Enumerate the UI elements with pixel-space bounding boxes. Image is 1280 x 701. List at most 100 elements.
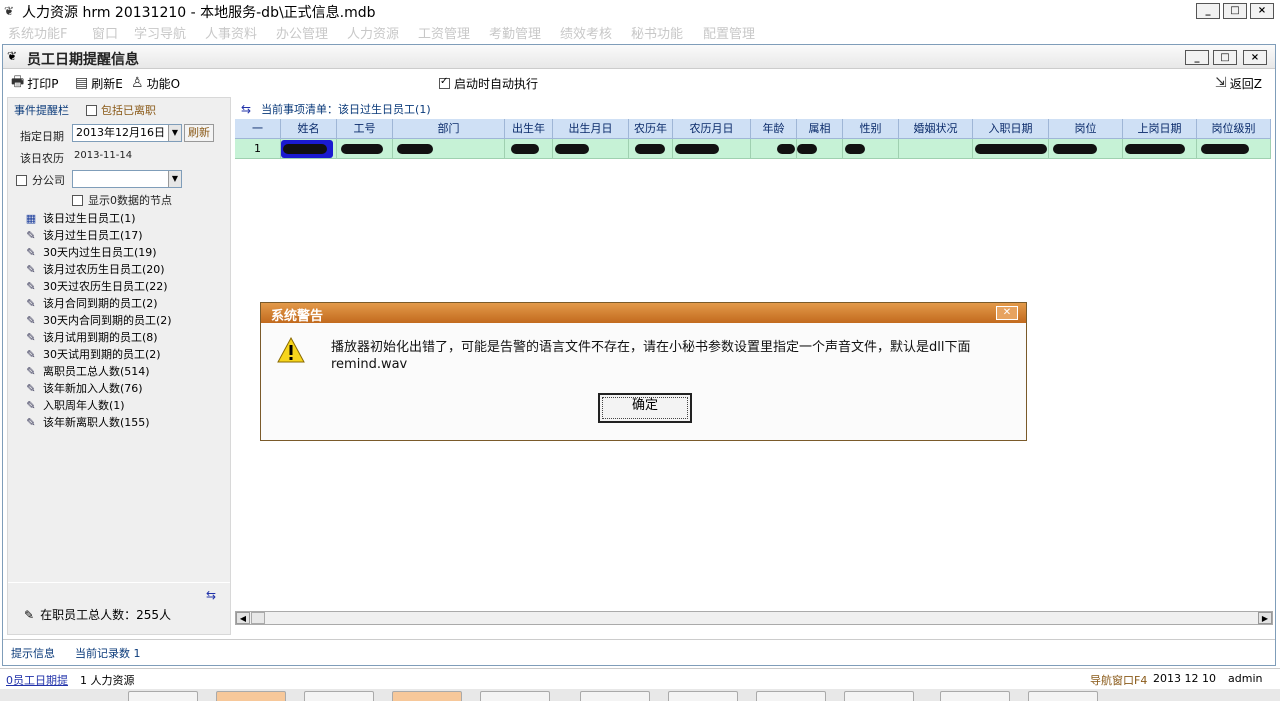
- tree-item[interactable]: ✎ 离职员工总人数(514): [24, 363, 149, 379]
- chevron-down-icon[interactable]: ▼: [168, 171, 181, 187]
- swap-icon[interactable]: ⇆: [206, 588, 216, 602]
- app-maximize-button[interactable]: □: [1223, 3, 1247, 19]
- column-header[interactable]: 农历年: [629, 119, 673, 139]
- pencil-icon: ✎: [26, 263, 36, 276]
- taskbar-button[interactable]: [844, 691, 914, 701]
- taskbar-button[interactable]: [668, 691, 738, 701]
- lunar-value: 2013-11-14: [74, 150, 133, 161]
- tree-item[interactable]: ✎ 30天过农历生日员工(22): [24, 278, 167, 294]
- pencil-icon: ✎: [26, 280, 36, 293]
- show-zero-checkbox[interactable]: 显示0数据的节点: [72, 192, 172, 208]
- column-header[interactable]: 一: [235, 119, 281, 139]
- window-maximize-button[interactable]: □: [1213, 50, 1237, 65]
- date-picker[interactable]: 2013年12月16日 ▼: [72, 124, 182, 142]
- auto-exec-checkbox[interactable]: 启动时自动执行: [439, 75, 538, 92]
- branch-select[interactable]: ▼: [72, 170, 182, 188]
- tree-item[interactable]: ✎ 该月合同到期的员工(2): [24, 295, 157, 311]
- dialog-close-button[interactable]: ✕: [996, 306, 1018, 320]
- column-header[interactable]: 姓名: [281, 119, 337, 139]
- menu-item-config[interactable]: 配置管理: [703, 23, 755, 42]
- show-zero-label: 显示0数据的节点: [88, 194, 172, 207]
- tree-item[interactable]: ✎ 该月过农历生日员工(20): [24, 261, 164, 277]
- taskbar-button[interactable]: [128, 691, 198, 701]
- taskbar-button[interactable]: [216, 691, 286, 701]
- horizontal-scrollbar[interactable]: ◀ ▶: [235, 611, 1273, 625]
- scroll-right-icon[interactable]: ▶: [1258, 612, 1272, 624]
- table-cell: [1123, 139, 1197, 159]
- ok-button[interactable]: 确定: [598, 393, 692, 423]
- column-header[interactable]: 上岗日期: [1123, 119, 1197, 139]
- column-header[interactable]: 部门: [393, 119, 505, 139]
- column-header[interactable]: 农历月日: [673, 119, 751, 139]
- menu-item-hr[interactable]: 人力资源: [347, 23, 399, 42]
- menu-item-attendance[interactable]: 考勤管理: [489, 23, 541, 42]
- pencil-icon: ✎: [26, 382, 36, 395]
- tree-item[interactable]: ✎ 30天内过生日员工(19): [24, 244, 156, 260]
- column-header[interactable]: 属相: [797, 119, 843, 139]
- taskbar-button[interactable]: [304, 691, 374, 701]
- grid-header: 一 姓名 工号 部门 出生年 出生月日 农历年 农历月日 年龄 属相 性别 婚姻…: [235, 119, 1271, 139]
- menu-item-learn[interactable]: 学习导航: [134, 23, 186, 42]
- table-cell: [973, 139, 1049, 159]
- taskbar-button[interactable]: [580, 691, 650, 701]
- refresh-button[interactable]: ▤ 刷新E: [75, 74, 123, 92]
- window-minimize-button[interactable]: _: [1185, 50, 1209, 65]
- menu-item-office[interactable]: 办公管理: [276, 23, 328, 42]
- column-header[interactable]: 岗位: [1049, 119, 1123, 139]
- tree-item[interactable]: ✎ 该月过生日员工(17): [24, 227, 142, 243]
- column-header[interactable]: 年龄: [751, 119, 797, 139]
- status-window-tab-1[interactable]: 0员工日期提: [6, 672, 68, 688]
- menu-item-secretary[interactable]: 秘书功能: [631, 23, 683, 42]
- refresh-label: 刷新E: [91, 76, 123, 91]
- auto-exec-check[interactable]: [439, 76, 450, 89]
- column-header[interactable]: 工号: [337, 119, 393, 139]
- branch-check[interactable]: [16, 174, 27, 186]
- column-header[interactable]: 性别: [843, 119, 899, 139]
- app-title: 人力资源 hrm 20131210 - 本地服务-db\正式信息.mdb: [22, 5, 376, 21]
- column-header[interactable]: 出生年: [505, 119, 553, 139]
- chevron-down-icon[interactable]: ▼: [168, 125, 181, 141]
- date-refresh-button[interactable]: 刷新: [184, 124, 214, 142]
- menu-item-performance[interactable]: 绩效考核: [560, 23, 612, 42]
- column-header[interactable]: 岗位级别: [1197, 119, 1271, 139]
- menu-item-window[interactable]: 窗口: [92, 23, 118, 42]
- menu-item-system[interactable]: 系统功能F: [8, 23, 67, 42]
- tree-item[interactable]: ✎ 入职周年人数(1): [24, 397, 124, 413]
- app-minimize-button[interactable]: _: [1196, 3, 1220, 19]
- nav-window-shortcut[interactable]: 导航窗口F4: [1090, 672, 1147, 688]
- show-zero-check[interactable]: [72, 194, 83, 206]
- print-button[interactable]: 🖶 打印P: [11, 74, 58, 92]
- refresh-icon: ▤: [75, 75, 89, 91]
- column-header[interactable]: 出生月日: [553, 119, 629, 139]
- tree-item[interactable]: ✎ 该年新离职人数(155): [24, 414, 149, 430]
- taskbar-button[interactable]: [392, 691, 462, 701]
- tree-item[interactable]: ✎ 30天内合同到期的员工(2): [24, 312, 171, 328]
- column-header[interactable]: 入职日期: [973, 119, 1049, 139]
- menu-item-personnel[interactable]: 人事资料: [205, 23, 257, 42]
- taskbar: [0, 689, 1280, 701]
- status-window-tab-2[interactable]: 1 人力资源: [80, 672, 135, 688]
- menu-item-salary[interactable]: 工资管理: [418, 23, 470, 42]
- printer-icon: 🖶: [11, 74, 25, 90]
- taskbar-button[interactable]: [1028, 691, 1098, 701]
- scroll-left-icon[interactable]: ◀: [236, 612, 250, 624]
- include-resigned-label: 包括已离职: [101, 104, 156, 117]
- column-header[interactable]: 婚姻状况: [899, 119, 973, 139]
- scroll-thumb[interactable]: [251, 612, 265, 624]
- back-button[interactable]: ⇲ 返回Z: [1215, 74, 1262, 92]
- taskbar-button[interactable]: [756, 691, 826, 701]
- tree-item[interactable]: ✎ 该月试用到期的员工(8): [24, 329, 157, 345]
- window-close-button[interactable]: ×: [1243, 50, 1267, 65]
- table-row[interactable]: 1: [235, 139, 1271, 159]
- tree-item[interactable]: ▦ 该日过生日员工(1): [24, 210, 136, 226]
- function-button[interactable]: ♙ 功能O: [131, 74, 180, 92]
- auto-exec-label: 启动时自动执行: [454, 77, 539, 91]
- app-close-button[interactable]: ×: [1250, 3, 1274, 19]
- tree-item[interactable]: ✎ 该年新加入人数(76): [24, 380, 142, 396]
- include-resigned-check[interactable]: [86, 104, 97, 116]
- include-resigned-checkbox[interactable]: 包括已离职: [86, 102, 156, 118]
- branch-checkbox[interactable]: 分公司: [16, 172, 65, 188]
- taskbar-button[interactable]: [940, 691, 1010, 701]
- taskbar-button[interactable]: [480, 691, 550, 701]
- tree-item[interactable]: ✎ 30天试用到期的员工(2): [24, 346, 160, 362]
